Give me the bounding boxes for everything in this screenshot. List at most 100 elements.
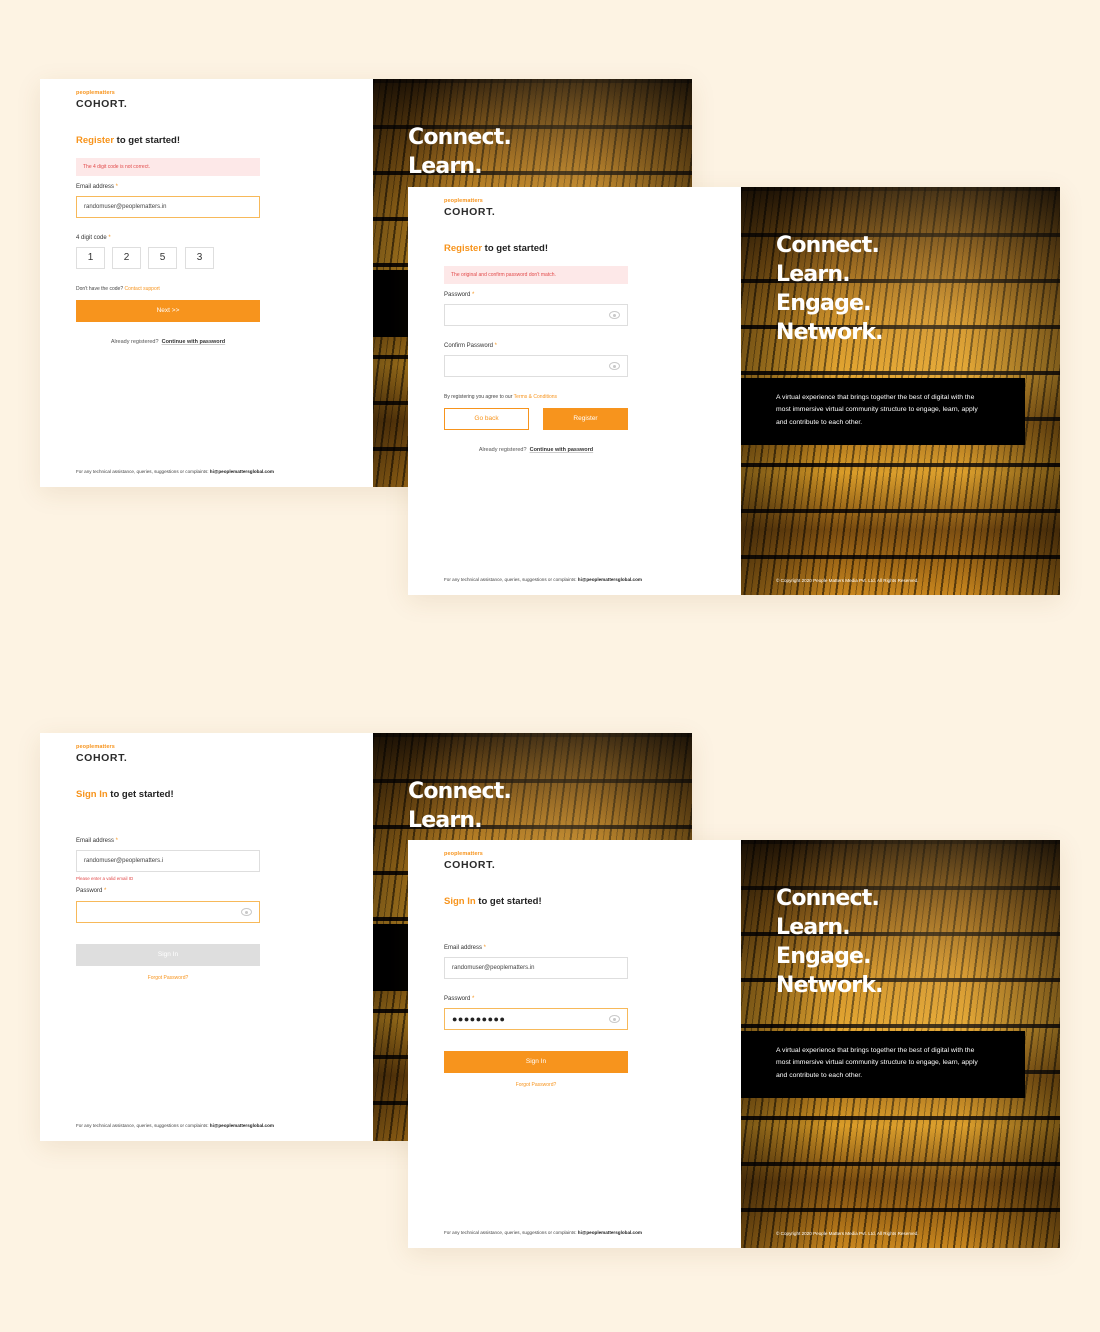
title-rest: to get started! [475, 896, 542, 907]
tagline: Connect. Learn. [408, 123, 512, 181]
password-mask: ●●●●●●●●● [452, 1014, 506, 1024]
title-rest: to get started! [114, 135, 180, 146]
support-footer: For any technical assistance, queries, s… [76, 469, 275, 474]
title-accent: Sign In [76, 789, 108, 800]
email-label: Email address * [444, 945, 487, 951]
form-panel: peoplematters COHORT. Register to get st… [408, 187, 741, 595]
password-field[interactable] [444, 304, 628, 326]
tagline-line: Learn. [408, 154, 483, 179]
title-rest: to get started! [107, 789, 174, 800]
error-alert: The original and confirm password don't … [444, 266, 628, 284]
signin-button[interactable]: Sign In [76, 944, 260, 966]
description-box: A virtual experience that brings togethe… [741, 378, 1025, 445]
code-digit-2[interactable]: 2 [112, 247, 141, 269]
tagline-line: Connect. [408, 125, 512, 150]
confirm-password-field[interactable] [444, 355, 628, 377]
support-email-link[interactable]: hi@peoplemattersglobal.com [210, 1123, 274, 1128]
go-back-button[interactable]: Go back [444, 408, 529, 430]
page-title: Sign In to get started! [444, 896, 542, 907]
support-footer: For any technical assistance, queries, s… [444, 577, 643, 582]
title-accent: Register [444, 243, 483, 254]
support-footer: For any technical assistance, queries, s… [76, 1123, 275, 1128]
continue-with-password-link[interactable]: Continue with password [530, 447, 594, 453]
terms-link[interactable]: Terms & Conditions [514, 394, 557, 400]
code-digit-3[interactable]: 5 [148, 247, 177, 269]
password-field[interactable] [76, 901, 260, 923]
brand-logo: COHORT. [76, 98, 128, 110]
description-box-edge [373, 924, 408, 991]
tagline-line: Connect. [776, 233, 880, 258]
tagline-line: Connect. [776, 886, 880, 911]
tagline: Connect. Learn. Engage. Network. [776, 884, 884, 1000]
code-label: 4 digit code * [76, 235, 111, 241]
form-panel: peoplematters COHORT. Sign In to get sta… [40, 733, 373, 1141]
tagline-line: Learn. [408, 808, 483, 833]
tagline-line: Learn. [776, 915, 851, 940]
tagline: Connect. Learn. [408, 777, 512, 835]
support-footer: For any technical assistance, queries, s… [444, 1230, 643, 1235]
continue-with-password-link[interactable]: Continue with password [162, 339, 226, 345]
description-box-edge [373, 270, 408, 337]
tagline-line: Network. [776, 973, 884, 998]
support-email-link[interactable]: hi@peoplemattersglobal.com [210, 469, 274, 474]
register-button[interactable]: Register [543, 408, 628, 430]
no-code-text: Don't have the code? Contact support [76, 286, 160, 292]
form-panel: peoplematters COHORT. Register to get st… [40, 79, 373, 487]
support-email-link[interactable]: hi@peoplemattersglobal.com [578, 577, 642, 582]
title-accent: Register [76, 135, 115, 146]
error-alert: The 4 digit code is not correct. [76, 158, 260, 176]
forgot-password-link[interactable]: Forgot Password? [444, 1082, 628, 1088]
tagline-line: Learn. [776, 262, 851, 287]
brand-small-logo: peoplematters [76, 90, 115, 96]
forgot-password-link[interactable]: Forgot Password? [76, 975, 260, 981]
already-registered: Already registered? Continue with passwo… [110, 339, 226, 345]
register-password-screen: peoplematters COHORT. Register to get st… [408, 187, 1060, 595]
brand-logo: COHORT. [76, 752, 128, 764]
eye-icon[interactable] [609, 362, 620, 370]
page-title: Register to get started! [76, 135, 180, 146]
email-label: Email address * [76, 838, 119, 844]
email-field[interactable]: randomuser@peoplematters.in [444, 957, 628, 979]
tagline-line: Engage. [776, 291, 872, 316]
hero-panel: Connect. Learn. Engage. Network. A virtu… [741, 840, 1060, 1248]
eye-icon[interactable] [609, 311, 620, 319]
brand-small-logo: peoplematters [444, 851, 483, 857]
brand-small-logo: peoplematters [444, 198, 483, 204]
tagline-line: Engage. [776, 944, 872, 969]
brand-small-logo: peoplematters [76, 744, 115, 750]
contact-support-link[interactable]: Contact support [125, 286, 160, 292]
password-label: Password * [76, 888, 107, 894]
code-digit-1[interactable]: 1 [76, 247, 105, 269]
hero-panel: Connect. Learn. Engage. Network. A virtu… [741, 187, 1060, 595]
page-title: Sign In to get started! [76, 789, 174, 800]
password-label: Password * [444, 996, 475, 1002]
form-panel: peoplematters COHORT. Sign In to get sta… [408, 840, 741, 1248]
email-error: Please enter a valid email ID [76, 876, 134, 881]
confirm-password-label: Confirm Password * [444, 343, 498, 349]
tagline: Connect. Learn. Engage. Network. [776, 231, 884, 347]
brand-logo: COHORT. [444, 206, 496, 218]
signin-filled-screen: peoplematters COHORT. Sign In to get sta… [408, 840, 1060, 1248]
brand-logo: COHORT. [444, 859, 496, 871]
already-registered: Already registered? Continue with passwo… [478, 447, 594, 453]
tagline-line: Connect. [408, 779, 512, 804]
eye-icon[interactable] [609, 1015, 620, 1023]
code-digit-4[interactable]: 3 [185, 247, 214, 269]
email-field[interactable]: randomuser@peoplematters.i [76, 850, 260, 872]
page-title: Register to get started! [444, 243, 548, 254]
terms-text: By registering you agree to our Terms & … [444, 394, 558, 400]
support-email-link[interactable]: hi@peoplemattersglobal.com [578, 1230, 642, 1235]
password-field[interactable]: ●●●●●●●●● [444, 1008, 628, 1030]
email-field[interactable]: randomuser@peoplematters.in [76, 196, 260, 218]
copyright: © Copyright 2020 People Matters Media Pv… [776, 1231, 919, 1236]
signin-button[interactable]: Sign In [444, 1051, 628, 1073]
title-accent: Sign In [444, 896, 476, 907]
description-box: A virtual experience that brings togethe… [741, 1031, 1025, 1098]
title-rest: to get started! [482, 243, 548, 254]
tagline-line: Network. [776, 320, 884, 345]
next-button[interactable]: Next >> [76, 300, 260, 322]
copyright: © Copyright 2020 People Matters Media Pv… [776, 578, 919, 583]
password-label: Password * [444, 292, 475, 298]
email-label: Email address * [76, 184, 119, 190]
eye-icon[interactable] [241, 908, 252, 916]
